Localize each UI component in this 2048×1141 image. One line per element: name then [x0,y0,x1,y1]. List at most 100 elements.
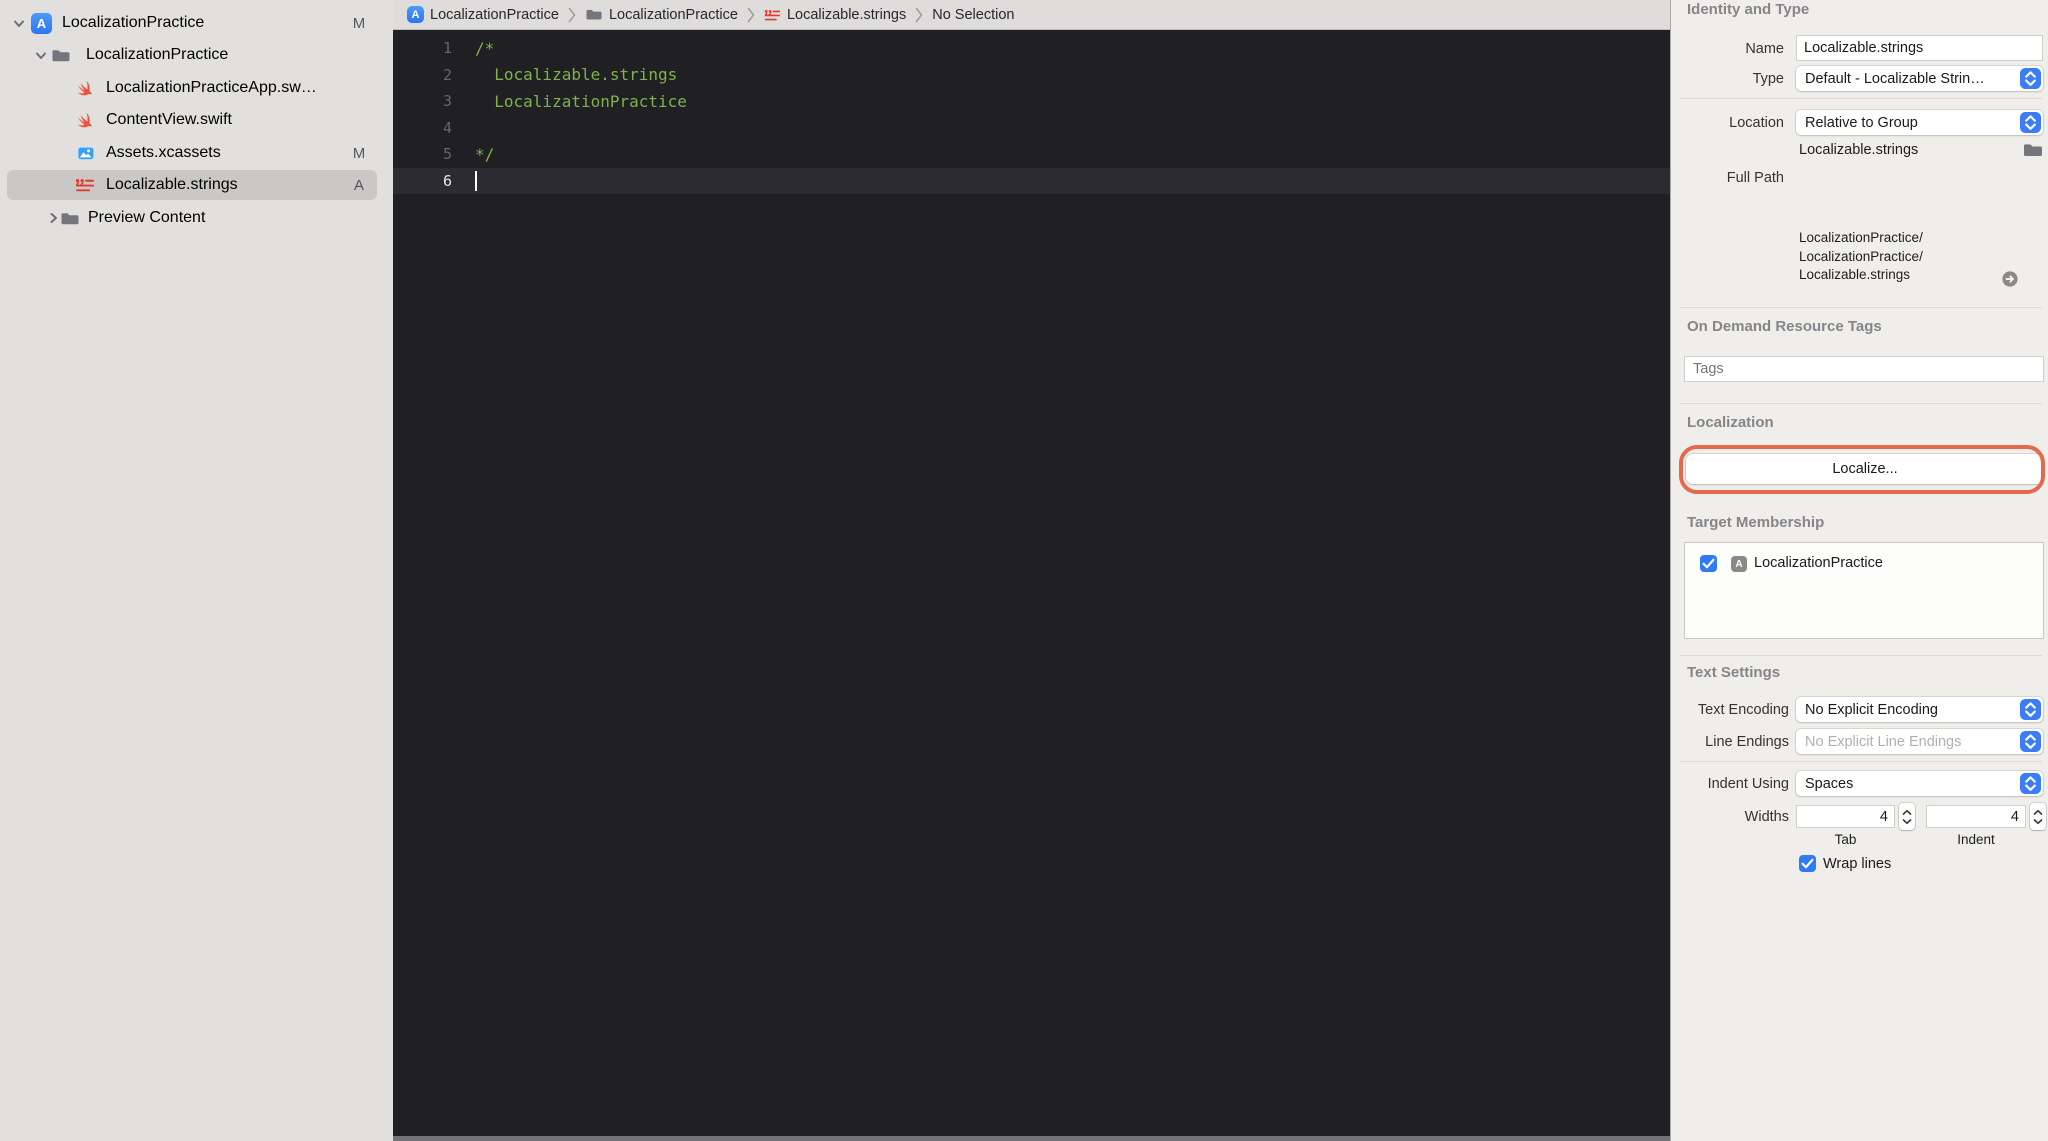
target-app-icon: A [1731,556,1747,572]
breadcrumb-label: LocalizationPractice [608,6,738,23]
folder-icon [60,202,80,234]
code-text: */ [475,144,495,164]
breadcrumb-project[interactable]: A LocalizationPractice [407,6,559,23]
sidebar-item-localizable-strings[interactable]: Localizable.strings A [0,169,393,201]
sidebar-item-app-swift[interactable]: LocalizationPracticeApp.sw… [0,72,393,104]
sidebar-item-group[interactable]: LocalizationPractice [0,39,393,71]
type-label: Type [1752,71,1784,87]
indent-sublabel: Indent [1957,832,1995,847]
line-number: 3 [442,92,452,111]
code-line: 5 */ [393,141,1670,168]
source-control-badge: M [352,14,366,32]
line-endings-popup[interactable]: No Explicit Line Endings [1796,729,2043,754]
sidebar-item-label: Localizable.strings [106,176,238,193]
sidebar-item-contentview[interactable]: ContentView.swift [0,104,393,136]
sidebar-item-label: LocalizationPractice [86,46,229,63]
disclosure-chevron-down-icon[interactable] [34,39,48,71]
code-line-current: 6 [393,167,1670,194]
breadcrumb-separator-icon [915,7,923,23]
sidebar-item-label: Assets.xcassets [106,144,221,161]
type-popup[interactable]: Default - Localizable Strin… [1796,66,2043,91]
widths-label: Widths [1744,809,1789,825]
target-checkbox[interactable] [1700,555,1717,572]
project-navigator: A LocalizationPractice M LocalizationPra… [0,0,393,1141]
indent-width-stepper[interactable] [2030,803,2046,830]
section-title-target-membership: Target Membership [1687,514,1825,531]
sidebar-item-preview-content[interactable]: Preview Content [0,202,393,234]
breadcrumb-separator-icon [747,7,755,23]
location-label: Location [1729,115,1784,131]
breadcrumb-label: LocalizationPractice [430,6,559,23]
line-number: 1 [442,39,452,58]
breadcrumb-label: No Selection [932,6,1015,23]
breadcrumb-group[interactable]: LocalizationPractice [585,7,738,23]
location-file-name: Localizable.strings [1799,142,1919,158]
strings-icon [764,9,781,20]
full-path-value: LocalizationPractice/ LocalizationPracti… [1799,230,1923,282]
wrap-lines-checkbox[interactable] [1799,855,1816,872]
popup-stepper-icon [2020,773,2041,794]
app-icon: A [31,7,52,39]
disclosure-chevron-down-icon[interactable] [12,7,26,39]
jump-bar: A LocalizationPractice LocalizationPract… [393,0,1670,30]
target-label: LocalizationPractice [1754,555,1883,571]
line-number: 4 [442,118,452,137]
popup-stepper-icon [2020,731,2041,752]
code-text: /* [475,38,495,58]
tab-width-field[interactable] [1796,805,1895,828]
sidebar-item-label: Preview Content [88,209,206,226]
breadcrumb-file[interactable]: Localizable.strings [764,7,906,23]
location-popup[interactable]: Relative to Group [1796,110,2043,135]
line-number: 2 [442,65,452,84]
sidebar-item-label: LocalizationPractice [62,14,205,31]
name-label: Name [1745,41,1784,57]
sidebar-item-project-root[interactable]: A LocalizationPractice M [0,7,393,39]
folder-icon [51,39,71,71]
breadcrumb-no-selection[interactable]: No Selection [932,7,1014,23]
section-title-text-settings: Text Settings [1687,664,1781,681]
popup-stepper-icon [2020,112,2041,133]
code-line: 1 /* [393,35,1670,62]
wrap-lines-label: Wrap lines [1823,856,1892,872]
code-area[interactable]: 1 /* 2 Localizable.strings 3 Localizatio… [393,31,1670,1136]
tags-input[interactable] [1684,356,2044,382]
breadcrumb-separator-icon [568,7,576,23]
code-line: 2 Localizable.strings [393,62,1670,89]
tab-sublabel: Tab [1834,832,1857,847]
code-line: 3 LocalizationPractice [393,88,1670,115]
sidebar-item-label: ContentView.swift [106,111,232,128]
assets-icon [75,137,96,169]
source-control-badge: A [353,176,364,194]
line-number: 5 [442,145,452,164]
disclosure-chevron-right-icon[interactable] [46,202,60,234]
text-encoding-popup[interactable]: No Explicit Encoding [1796,697,2043,722]
indent-using-popup[interactable]: Spaces [1796,771,2043,796]
full-path-label: Full Path [1726,170,1784,186]
popup-stepper-icon [2020,68,2041,89]
tab-width-stepper[interactable] [1899,803,1915,830]
section-title-localization: Localization [1687,414,1774,431]
popup-stepper-icon [2020,699,2041,720]
file-inspector: Identity and Type Name Type Default - Lo… [1670,0,2048,1141]
editor-bottom-divider [393,1136,1670,1141]
name-field[interactable] [1796,35,2043,61]
text-cursor [475,170,477,191]
section-title-odr-tags: On Demand Resource Tags [1687,318,1882,335]
breadcrumb-label: Localizable.strings [786,6,907,23]
localize-button[interactable]: Localize... [1686,454,2044,484]
app-icon: A [407,6,424,23]
xcode-window: A LocalizationPractice M LocalizationPra… [0,0,2048,1141]
reveal-path-arrow-icon[interactable] [2001,270,2019,292]
sidebar-item-assets[interactable]: Assets.xcassets M [0,137,393,169]
strings-icon [75,169,95,201]
target-membership-list: A LocalizationPractice [1684,542,2044,639]
indent-width-field[interactable] [1926,805,2026,828]
source-control-badge: M [352,144,366,162]
line-endings-label: Line Endings [1705,734,1789,750]
code-text: Localizable.strings [475,65,678,85]
swift-icon [75,104,95,136]
folder-icon [586,9,602,20]
line-number: 6 [442,171,452,190]
swift-icon [75,72,95,104]
choose-folder-icon[interactable] [2022,141,2044,164]
